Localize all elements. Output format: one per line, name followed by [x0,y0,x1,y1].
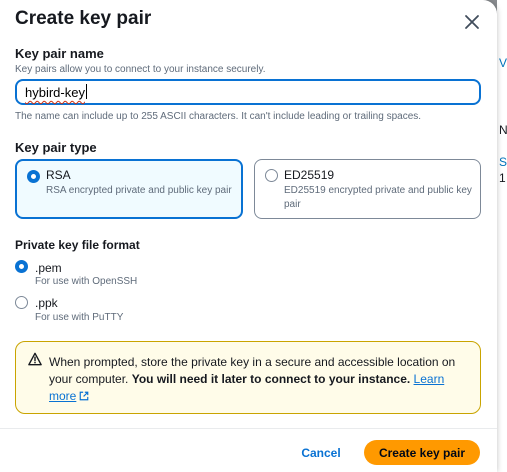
key-name-label: Key pair name [15,46,104,61]
dialog-title: Create key pair [15,8,152,29]
background-fragment: 1 [499,171,506,185]
background-fragment: V [499,56,507,70]
option-title: .pem [35,261,62,275]
radio-selected[interactable] [15,260,28,273]
option-description: ED25519 encrypted private and public key… [284,185,472,210]
key-type-option-ed25519[interactable]: ED25519 ED25519 encrypted private and pu… [254,159,481,219]
footer-divider [0,428,497,429]
radio-unselected[interactable] [265,169,278,182]
warning-icon [28,352,42,366]
create-key-pair-dialog: Create key pair Key pair name Key pairs … [0,0,497,472]
option-description: For use with PuTTY [35,312,124,323]
background-fragment: St [499,155,507,169]
radio-selected[interactable] [27,170,40,183]
close-icon [465,15,479,29]
alert-message: When prompted, store the private key in … [49,354,459,405]
radio-unselected[interactable] [15,296,28,309]
option-title: ED25519 [284,168,335,182]
key-name-description: Key pairs allow you to connect to your i… [15,64,266,75]
external-link-icon [80,391,89,401]
create-key-pair-button[interactable]: Create key pair [364,440,480,465]
key-name-constraint: The name can include up to 255 ASCII cha… [15,111,422,122]
option-description: RSA encrypted private and public key pai… [46,185,232,196]
text-caret [86,84,87,99]
key-type-option-rsa[interactable]: RSA RSA encrypted private and public key… [15,159,243,219]
cancel-button[interactable]: Cancel [293,441,349,465]
option-title: RSA [46,168,71,182]
key-name-input[interactable] [15,79,481,105]
option-title: .ppk [35,296,58,310]
alert-emphasis: You will need it later to connect to you… [131,372,411,386]
key-type-label: Key pair type [15,140,97,155]
file-format-label: Private key file format [15,238,140,252]
background-fragment: Ne [499,123,507,137]
option-description: For use with OpenSSH [35,276,138,287]
close-button[interactable] [460,10,484,34]
background-page: V Ne St 1 [497,0,507,472]
